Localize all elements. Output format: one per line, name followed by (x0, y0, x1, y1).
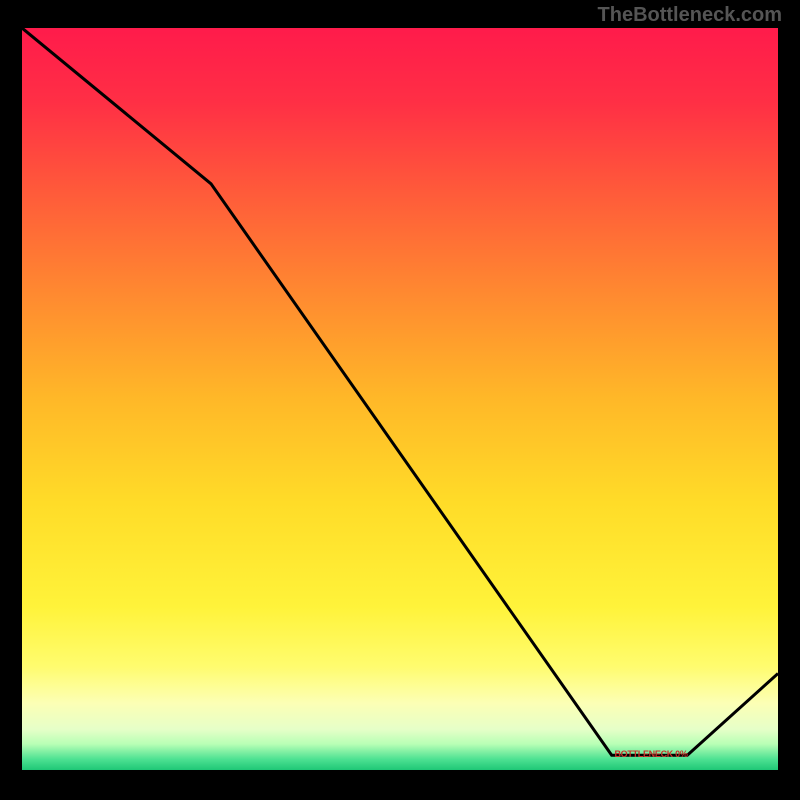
watermark-text: TheBottleneck.com (598, 4, 782, 27)
bottleneck-annotation: BOTTLENECK 0% (614, 749, 687, 759)
bottleneck-line (22, 28, 778, 755)
chart-curve (22, 28, 778, 770)
chart-container: BOTTLENECK 0% (22, 28, 778, 770)
